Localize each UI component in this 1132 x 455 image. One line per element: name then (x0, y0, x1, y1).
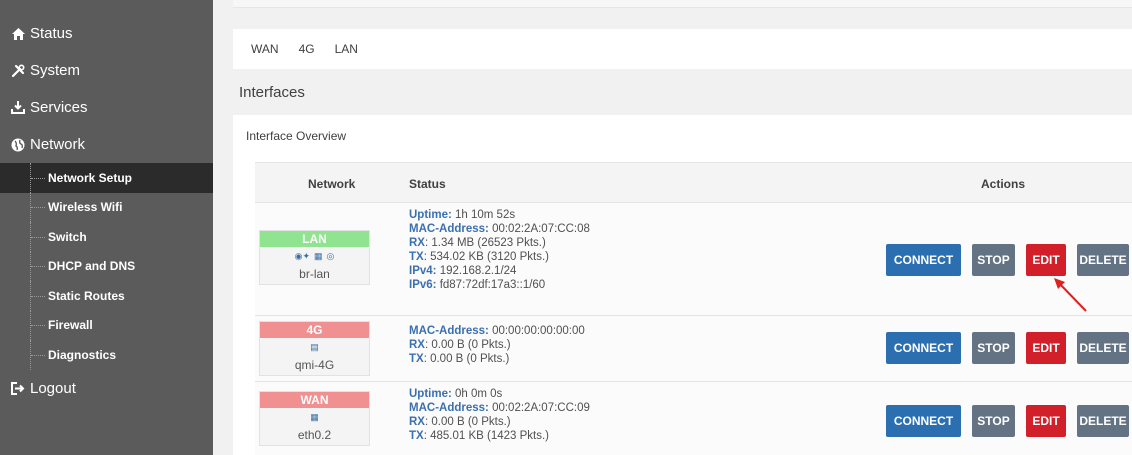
status-line: MAC-Address: 00:02:2A:07:CC:08 (409, 223, 590, 235)
globe-icon (11, 138, 25, 152)
top-bar (233, 0, 1132, 8)
sidebar-item-network-setup[interactable]: Network Setup (0, 163, 213, 193)
interface-name: br-lan (299, 267, 330, 281)
annotation-arrow-icon (1054, 278, 1087, 312)
sidebar-item-label: Static Routes (48, 288, 125, 303)
interface-icons: ▤ (260, 342, 369, 356)
wifi-device-icon: ◉✦ (294, 251, 311, 261)
tab-wan[interactable]: WAN (251, 42, 279, 56)
delete-button[interactable]: DELETE (1077, 332, 1129, 364)
interfaces-table: Network Status Actions LAN ◉✦ ▦ ◎ br-lan… (255, 162, 1132, 455)
interface-icons: ◉✦ ▦ ◎ (260, 251, 369, 265)
sidebar-item-label: DHCP and DNS (48, 259, 136, 274)
tab-4g[interactable]: 4G (299, 42, 315, 56)
status-line: TX: 485.01 KB (1423 Pkts.) (409, 430, 549, 442)
edit-button[interactable]: EDIT (1026, 332, 1066, 364)
interface-tabs: WAN 4G LAN (233, 29, 1132, 69)
tab-lan[interactable]: LAN (335, 42, 358, 56)
sidebar-item-label: Switch (48, 229, 87, 244)
sidebar-item-label: Services (30, 99, 88, 116)
wireless-icon: ◎ (326, 251, 335, 261)
network-name-badge: 4G (260, 322, 369, 338)
interface-name: qmi-4G (294, 358, 335, 372)
table-header: Network Status Actions (255, 162, 1132, 202)
table-row: LAN ◉✦ ▦ ◎ br-lan Uptime: 1h 10m 52s MAC… (255, 202, 1132, 315)
table-row: WAN ▦ eth0.2 Uptime: 0h 0m 0s MAC-Addres… (255, 381, 1132, 455)
sidebar-item-switch[interactable]: Switch (0, 222, 213, 252)
page-title: Interfaces (239, 84, 305, 101)
sidebar-item-status[interactable]: Status (0, 15, 213, 52)
panel-title: Interface Overview (246, 129, 347, 143)
sidebar-item-label: Logout (30, 379, 76, 397)
status-line: Uptime: 1h 10m 52s (409, 209, 516, 221)
status-line: IPv6: fd87:72df:17a3::1/60 (409, 279, 546, 291)
status-info: MAC-Address: 00:00:00:00:00:00 RX: 0.00 … (409, 324, 585, 366)
sidebar-item-network[interactable]: Network (0, 126, 213, 163)
sidebar-item-label: Diagnostics (48, 347, 117, 362)
network-name-badge: WAN (260, 392, 369, 408)
sidebar-item-label: Network (30, 136, 86, 153)
header-status: Status (409, 177, 446, 191)
network-name-badge: LAN (260, 231, 369, 247)
sidebar-item-diagnostics[interactable]: Diagnostics (0, 340, 213, 370)
status-line: RX: 1.34 MB (26523 Pkts.) (409, 237, 546, 249)
stop-button[interactable]: STOP (972, 332, 1015, 364)
row-actions: CONNECT STOP EDIT DELETE (886, 244, 1129, 276)
interface-name: eth0.2 (297, 428, 332, 442)
stop-button[interactable]: STOP (972, 405, 1015, 437)
sidebar: Status System Services Network Network S… (0, 0, 213, 455)
interface-overview-panel: Interface Overview Network Status Action… (233, 115, 1132, 455)
sidebar-item-label: Network Setup (48, 170, 133, 185)
status-line: IPv4: 192.168.2.1/24 (409, 265, 517, 277)
sidebar-item-label: System (30, 62, 81, 79)
status-line: TX: 534.02 KB (3120 Pkts.) (409, 251, 549, 263)
status-info: Uptime: 0h 0m 0s MAC-Address: 00:02:2A:0… (409, 387, 590, 443)
sidebar-item-firewall[interactable]: Firewall (0, 310, 213, 341)
connect-button[interactable]: CONNECT (886, 332, 961, 364)
sidebar-item-wireless-wifi[interactable]: Wireless Wifi (0, 192, 213, 223)
main-content: WAN 4G LAN Interfaces Interface Overview… (213, 0, 1132, 455)
status-line: MAC-Address: 00:02:2A:07:CC:09 (409, 402, 590, 414)
download-icon (11, 101, 25, 115)
sidebar-item-static-routes[interactable]: Static Routes (0, 281, 213, 311)
network-cell: LAN ◉✦ ▦ ◎ br-lan (259, 230, 370, 285)
sidebar-item-label: Wireless Wifi (48, 200, 123, 215)
row-actions: CONNECT STOP EDIT DELETE (886, 332, 1129, 364)
sidebar-item-services[interactable]: Services (0, 89, 213, 126)
interface-icons: ▦ (260, 412, 369, 426)
ethernet-icon: ▦ (310, 412, 319, 422)
row-actions: CONNECT STOP EDIT DELETE (886, 405, 1129, 437)
sidebar-item-system[interactable]: System (0, 52, 213, 89)
network-cell: WAN ▦ eth0.2 (259, 391, 370, 446)
sidebar-item-dhcp-dns[interactable]: DHCP and DNS (0, 251, 213, 282)
status-line: MAC-Address: 00:00:00:00:00:00 (409, 325, 585, 337)
status-line: RX: 0.00 B (0 Pkts.) (409, 339, 511, 351)
status-line: Uptime: 0h 0m 0s (409, 388, 503, 400)
status-info: Uptime: 1h 10m 52s MAC-Address: 00:02:2A… (409, 208, 590, 292)
home-icon (11, 27, 25, 41)
connect-button[interactable]: CONNECT (886, 405, 961, 437)
header-actions: Actions (981, 177, 1026, 191)
header-network: Network (308, 177, 356, 191)
edit-button[interactable]: EDIT (1026, 244, 1066, 276)
edit-button[interactable]: EDIT (1026, 405, 1066, 437)
stop-button[interactable]: STOP (972, 244, 1015, 276)
status-line: RX: 0.00 B (0 Pkts.) (409, 416, 511, 428)
table-row: 4G ▤ qmi-4G MAC-Address: 00:00:00:00:00:… (255, 315, 1132, 381)
delete-button[interactable]: DELETE (1077, 405, 1129, 437)
sidebar-item-label: Status (30, 25, 73, 42)
sidebar-item-label: Firewall (48, 318, 93, 333)
status-line: TX: 0.00 B (0 Pkts.) (409, 353, 510, 365)
delete-button[interactable]: DELETE (1077, 244, 1129, 276)
network-cell: 4G ▤ qmi-4G (259, 321, 370, 376)
modem-icon: ▤ (310, 342, 319, 352)
tools-icon (11, 63, 25, 78)
sidebar-item-logout[interactable]: Logout (0, 370, 213, 407)
ethernet-icon: ▦ (314, 251, 323, 261)
logout-icon (11, 381, 25, 395)
connect-button[interactable]: CONNECT (886, 244, 961, 276)
